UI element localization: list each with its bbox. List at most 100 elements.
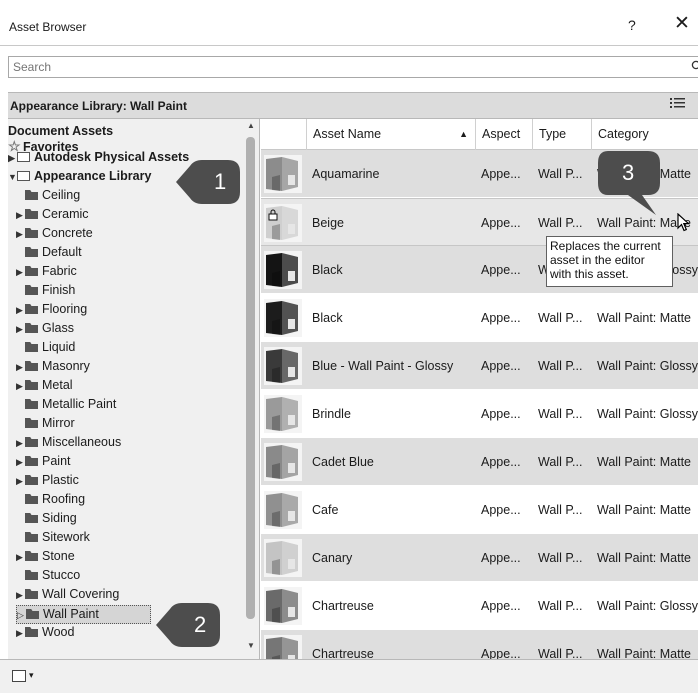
folder-icon: [25, 323, 38, 333]
scroll-up-icon[interactable]: ▲: [247, 121, 255, 130]
chevron-right-icon[interactable]: ▶: [16, 587, 25, 604]
folder-icon: [25, 494, 38, 504]
tree-item[interactable]: ▶ Stone: [16, 548, 75, 567]
help-icon[interactable]: ?: [628, 17, 636, 33]
column-header-label: Category: [598, 127, 649, 141]
tree-item[interactable]: Roofing: [16, 491, 85, 510]
cell-category: Wall Paint: Matte: [597, 503, 692, 517]
callout-shape: [176, 160, 240, 204]
column-header-cell[interactable]: Aspect: [475, 119, 532, 150]
folder-icon: [25, 532, 38, 542]
chevron-down-icon[interactable]: ▾: [29, 670, 34, 681]
swatch-thumbnail: [264, 155, 302, 193]
tree-item[interactable]: ▶ Fabric: [16, 263, 77, 282]
tree-item-label: Fabric: [42, 264, 77, 278]
tree-scrollbar[interactable]: ▲ ▼: [244, 119, 259, 659]
list-view-icon[interactable]: [670, 96, 686, 114]
chevron-right-icon[interactable]: ▶: [16, 549, 25, 566]
chevron-right-icon[interactable]: ▶: [16, 264, 25, 281]
chevron-right-icon[interactable]: ▶: [8, 150, 17, 167]
tree-item[interactable]: ▶ Glass: [16, 320, 74, 339]
chevron-down-icon[interactable]: ▼: [8, 169, 17, 186]
tree-item-label: Wall Paint: [43, 607, 99, 621]
scroll-down-icon[interactable]: ▼: [247, 641, 255, 650]
tree-item[interactable]: ▶ Wall Covering: [16, 586, 119, 605]
tree-item[interactable]: Ceiling: [16, 187, 80, 206]
table-row[interactable]: Cadet Blue Appe... Wall P... Wall Paint: Ma…: [261, 438, 698, 486]
tree-item[interactable]: ▶ Plastic: [16, 472, 79, 491]
tree-item[interactable]: ▶ Ceramic: [16, 206, 89, 225]
table-row[interactable]: Chartreuse Appe... Wall P... Wall Paint: Ma…: [261, 630, 698, 659]
search-box[interactable]: [8, 56, 698, 78]
cell-category: Wall Paint: Matte: [597, 551, 692, 565]
tree-item[interactable]: ▶ Metal: [16, 377, 73, 396]
callout-shape: [156, 603, 220, 647]
tree-item[interactable]: ▶ Miscellaneous: [16, 434, 121, 453]
tree-item[interactable]: Mirror: [16, 415, 75, 434]
window-title: Asset Browser: [9, 20, 87, 34]
folder-icon: [25, 304, 38, 314]
tree-item[interactable]: Metallic Paint: [16, 396, 116, 415]
tree-item[interactable]: ▶ Flooring: [16, 301, 87, 320]
search-input[interactable]: [9, 57, 698, 77]
search-icon[interactable]: [691, 60, 698, 75]
column-header-cell[interactable]: Category: [591, 119, 698, 150]
tree-item[interactable]: Stucco: [16, 567, 80, 586]
library-icon[interactable]: [12, 670, 26, 682]
swatch-thumbnail: [264, 491, 302, 529]
chevron-right-icon[interactable]: ▶: [16, 435, 25, 452]
cell-aspect: Appe...: [481, 311, 521, 325]
cell-category: Wall Paint: Matte: [597, 647, 692, 659]
column-header-cell[interactable]: Asset Name ▲: [306, 119, 475, 150]
tree-item[interactable]: ▶ Autodesk Physical Assets: [8, 149, 189, 168]
chevron-right-icon[interactable]: ▶: [16, 302, 25, 319]
cursor-pointer-icon: [677, 212, 691, 238]
tree-item[interactable]: Siding: [16, 510, 77, 529]
folder-icon: [25, 475, 38, 485]
cell-type: Wall P...: [538, 455, 583, 469]
chevron-right-icon[interactable]: ▶: [16, 359, 25, 376]
cell-category: Wall Paint: Glossy: [597, 407, 698, 421]
callout-3: 3: [598, 151, 662, 217]
tree-item[interactable]: Default: [16, 244, 82, 263]
tree-item[interactable]: ▶ Wood: [16, 624, 74, 643]
table-row[interactable]: Brindle Appe... Wall P... Wall Paint: Gloss…: [261, 390, 698, 438]
chevron-right-icon[interactable]: ▶: [16, 226, 25, 243]
column-header-cell[interactable]: [261, 119, 306, 150]
tree-item[interactable]: ▷ Wall Paint: [16, 605, 151, 624]
chevron-right-icon[interactable]: ▶: [16, 625, 25, 642]
cell-aspect: Appe...: [481, 503, 521, 517]
table-row[interactable]: Cafe Appe... Wall P... Wall Paint: Matte: [261, 486, 698, 534]
chevron-right-icon[interactable]: ▶: [16, 454, 25, 471]
column-header-label: Type: [539, 127, 567, 141]
chevron-right-icon[interactable]: ▶: [16, 321, 25, 338]
chevron-right-icon[interactable]: ▶: [16, 207, 25, 224]
scroll-thumb[interactable]: [246, 137, 255, 619]
tree-item[interactable]: Sitework: [16, 529, 90, 548]
cell-aspect: Appe...: [481, 407, 521, 421]
table-row[interactable]: Canary Appe... Wall P... Wall Paint: Matte: [261, 534, 698, 582]
chevron-right-icon[interactable]: ▶: [16, 473, 25, 490]
cell-type: Wall P...: [538, 167, 583, 181]
tree-item[interactable]: ▶ Concrete: [16, 225, 93, 244]
tree-item[interactable]: Finish: [16, 282, 75, 301]
tree-item[interactable]: ▼ Appearance Library: [8, 168, 151, 187]
column-header-cell[interactable]: Type: [532, 119, 591, 150]
folder-icon: [26, 609, 39, 619]
chevron-right-icon[interactable]: ▷: [17, 607, 26, 624]
close-icon[interactable]: ✕: [674, 14, 690, 33]
table-row[interactable]: Black Appe... Wall P... Wall Paint: Matte: [261, 294, 698, 342]
cell-aspect: Appe...: [481, 167, 521, 181]
chevron-right-icon[interactable]: ▶: [16, 378, 25, 395]
table-row[interactable]: Blue - Wall Paint - Glossy Appe... Wall P.…: [261, 342, 698, 390]
tree-item[interactable]: ▶ Paint: [16, 453, 71, 472]
cell-type: Wall P...: [538, 407, 583, 421]
callout-2: 2: [156, 603, 220, 647]
tree-item-label: Flooring: [42, 302, 88, 316]
tree-item[interactable]: Liquid: [16, 339, 75, 358]
tree-item[interactable]: ▶ Masonry: [16, 358, 90, 377]
table-row[interactable]: Chartreuse Appe... Wall P... Wall Paint: Gl…: [261, 582, 698, 630]
tree-item-label: Stone: [42, 549, 75, 563]
cell-aspect: Appe...: [481, 647, 521, 659]
sort-ascending-icon[interactable]: ▲: [459, 119, 468, 150]
